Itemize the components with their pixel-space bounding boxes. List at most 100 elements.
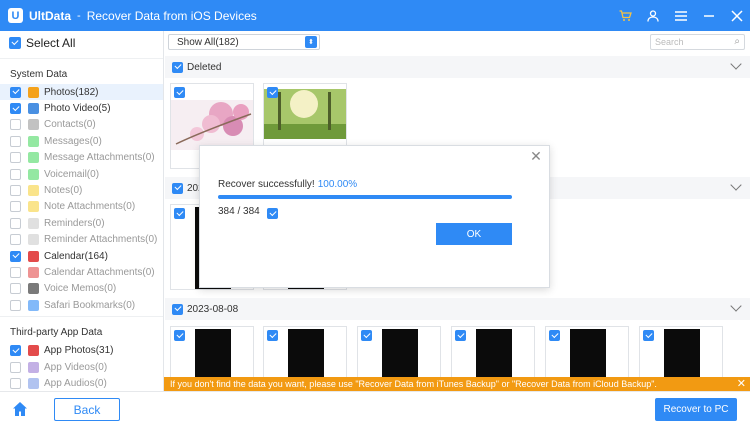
sidebar-item-checkbox[interactable] (10, 266, 21, 278)
minimize-icon[interactable] (702, 9, 716, 23)
sidebar-item[interactable]: Voicemail(0) (0, 166, 163, 182)
sidebar-item[interactable]: Calendar(164) (0, 248, 163, 264)
cart-icon[interactable] (618, 9, 632, 23)
dropdown-arrow-icon[interactable]: ⬍ (305, 36, 317, 48)
group-checkbox[interactable] (172, 182, 183, 194)
sidebar-item[interactable]: Message Attachments(0) (0, 150, 163, 166)
sidebar-item-checkbox[interactable] (10, 377, 21, 389)
filter-dropdown[interactable]: Show All(182) ⬍ (168, 34, 320, 50)
app-window: U UltData - Recover Data from iOS Device… (0, 0, 750, 446)
sidebar-item-label: App Videos(0) (44, 361, 108, 373)
screenshot-thumbnail[interactable] (451, 326, 535, 377)
app-photos-icon (28, 345, 39, 357)
sidebar-item[interactable]: Reminders(0) (0, 215, 163, 231)
thumbnail-checkbox[interactable] (549, 330, 560, 341)
section-third-party: Third-party App Data (0, 316, 163, 342)
screenshot-thumbnail[interactable] (263, 326, 347, 377)
thumbnail-checkbox[interactable] (174, 330, 185, 341)
third-party-list: App Photos(31) App Videos(0) App Audios(0) (0, 342, 163, 391)
filter-bar: Show All(182) ⬍ Search ⌕ (165, 31, 750, 54)
sidebar-item-label: Photos(182) (44, 86, 99, 98)
thumbnail-checkbox[interactable] (267, 87, 278, 98)
menu-icon[interactable] (674, 9, 688, 23)
sidebar-item-checkbox[interactable] (10, 283, 21, 295)
sidebar-item[interactable]: Reminder Attachments(0) (0, 232, 163, 248)
sidebar-item-label: Note Attachments(0) (44, 201, 136, 213)
dialog-close-icon[interactable]: ✕ (529, 149, 543, 163)
group-checkbox[interactable] (172, 61, 183, 73)
screenshot-thumbnail[interactable] (545, 326, 629, 377)
phone-screenshot (570, 329, 606, 377)
back-button[interactable]: Back (54, 398, 120, 421)
home-icon[interactable] (12, 401, 28, 417)
sidebar-item-checkbox[interactable] (10, 185, 21, 197)
sidebar-item-checkbox[interactable] (10, 299, 21, 311)
sidebar-item[interactable]: Notes(0) (0, 182, 163, 198)
sidebar-item[interactable]: App Photos(31) (0, 342, 163, 358)
phone-screenshot (288, 329, 324, 377)
ok-button[interactable]: OK (436, 223, 512, 245)
sidebar-item-checkbox[interactable] (10, 250, 21, 262)
sidebar-item-checkbox[interactable] (10, 119, 21, 131)
sidebar-item[interactable]: Photo Video(5) (0, 100, 163, 116)
thumbnail-checkbox[interactable] (361, 330, 372, 341)
select-all-row[interactable]: Select All (0, 31, 163, 55)
sidebar-item-checkbox[interactable] (10, 86, 21, 98)
group-header-2023-08-08[interactable]: 2023-08-08 (165, 298, 750, 320)
chevron-down-icon[interactable] (730, 179, 742, 191)
sidebar-item-checkbox[interactable] (10, 234, 21, 246)
phone-screenshot (476, 329, 512, 377)
search-input[interactable]: Search ⌕ (650, 34, 745, 50)
sidebar-item-checkbox[interactable] (10, 217, 21, 229)
screenshot-thumbnail[interactable] (357, 326, 441, 377)
section-system-data: System Data (0, 58, 163, 84)
sidebar-item-checkbox[interactable] (10, 345, 21, 357)
sidebar-item-label: Calendar Attachments(0) (44, 266, 155, 278)
chevron-down-icon[interactable] (730, 300, 742, 312)
select-all-checkbox[interactable] (9, 37, 21, 49)
sidebar-item-label: Voicemail(0) (44, 168, 100, 180)
thumbnail-checkbox[interactable] (267, 330, 278, 341)
notice-bar: If you don't find the data you want, ple… (164, 377, 750, 391)
thumbnail-checkbox[interactable] (455, 330, 466, 341)
thumbnail-checkbox[interactable] (643, 330, 654, 341)
thumbnail-checkbox[interactable] (174, 208, 185, 219)
thumbnail-checkbox[interactable] (267, 208, 278, 219)
sidebar-item-checkbox[interactable] (10, 103, 21, 115)
sidebar: Select All System Data Photos(182) Photo … (0, 31, 164, 394)
group-header-deleted[interactable]: Deleted (165, 56, 750, 78)
sidebar-item-checkbox[interactable] (10, 361, 21, 373)
notice-close-icon[interactable]: ✕ (737, 377, 746, 391)
sidebar-item[interactable]: Messages(0) (0, 133, 163, 149)
sidebar-item[interactable]: App Audios(0) (0, 375, 163, 391)
close-icon[interactable] (730, 9, 744, 23)
recover-to-pc-button[interactable]: Recover to PC (655, 398, 737, 421)
sidebar-item[interactable]: Calendar Attachments(0) (0, 264, 163, 280)
screenshot-thumbnail[interactable] (639, 326, 723, 377)
success-percent: 100.00% (317, 179, 358, 190)
calendar-attachments-icon (28, 266, 39, 278)
sidebar-item[interactable]: Note Attachments(0) (0, 199, 163, 215)
sidebar-item-label: App Photos(31) (44, 345, 114, 357)
sidebar-item-checkbox[interactable] (10, 201, 21, 213)
search-icon[interactable]: ⌕ (734, 36, 740, 47)
sidebar-item-label: Reminders(0) (44, 217, 105, 229)
sidebar-item[interactable]: App Videos(0) (0, 359, 163, 375)
sidebar-item-checkbox[interactable] (10, 135, 21, 147)
message-attachments-icon (28, 152, 39, 164)
group-checkbox[interactable] (172, 303, 183, 315)
chevron-down-icon[interactable] (730, 58, 742, 70)
sidebar-item-checkbox[interactable] (10, 168, 21, 180)
user-icon[interactable] (646, 9, 660, 23)
photo-video-icon (28, 103, 39, 115)
system-data-list: Photos(182) Photo Video(5) Contacts(0) Mess… (0, 84, 163, 313)
sidebar-item-checkbox[interactable] (10, 152, 21, 164)
thumbnail-checkbox[interactable] (174, 87, 185, 98)
sidebar-item[interactable]: Contacts(0) (0, 117, 163, 133)
screenshot-thumbnail[interactable] (170, 326, 254, 377)
sidebar-item[interactable]: Safari Bookmarks(0) (0, 297, 163, 313)
sidebar-item-label: App Audios(0) (44, 377, 107, 389)
sidebar-item[interactable]: Voice Memos(0) (0, 281, 163, 297)
sidebar-item-label: Safari Bookmarks(0) (44, 299, 136, 311)
sidebar-item[interactable]: Photos(182) (0, 84, 163, 101)
